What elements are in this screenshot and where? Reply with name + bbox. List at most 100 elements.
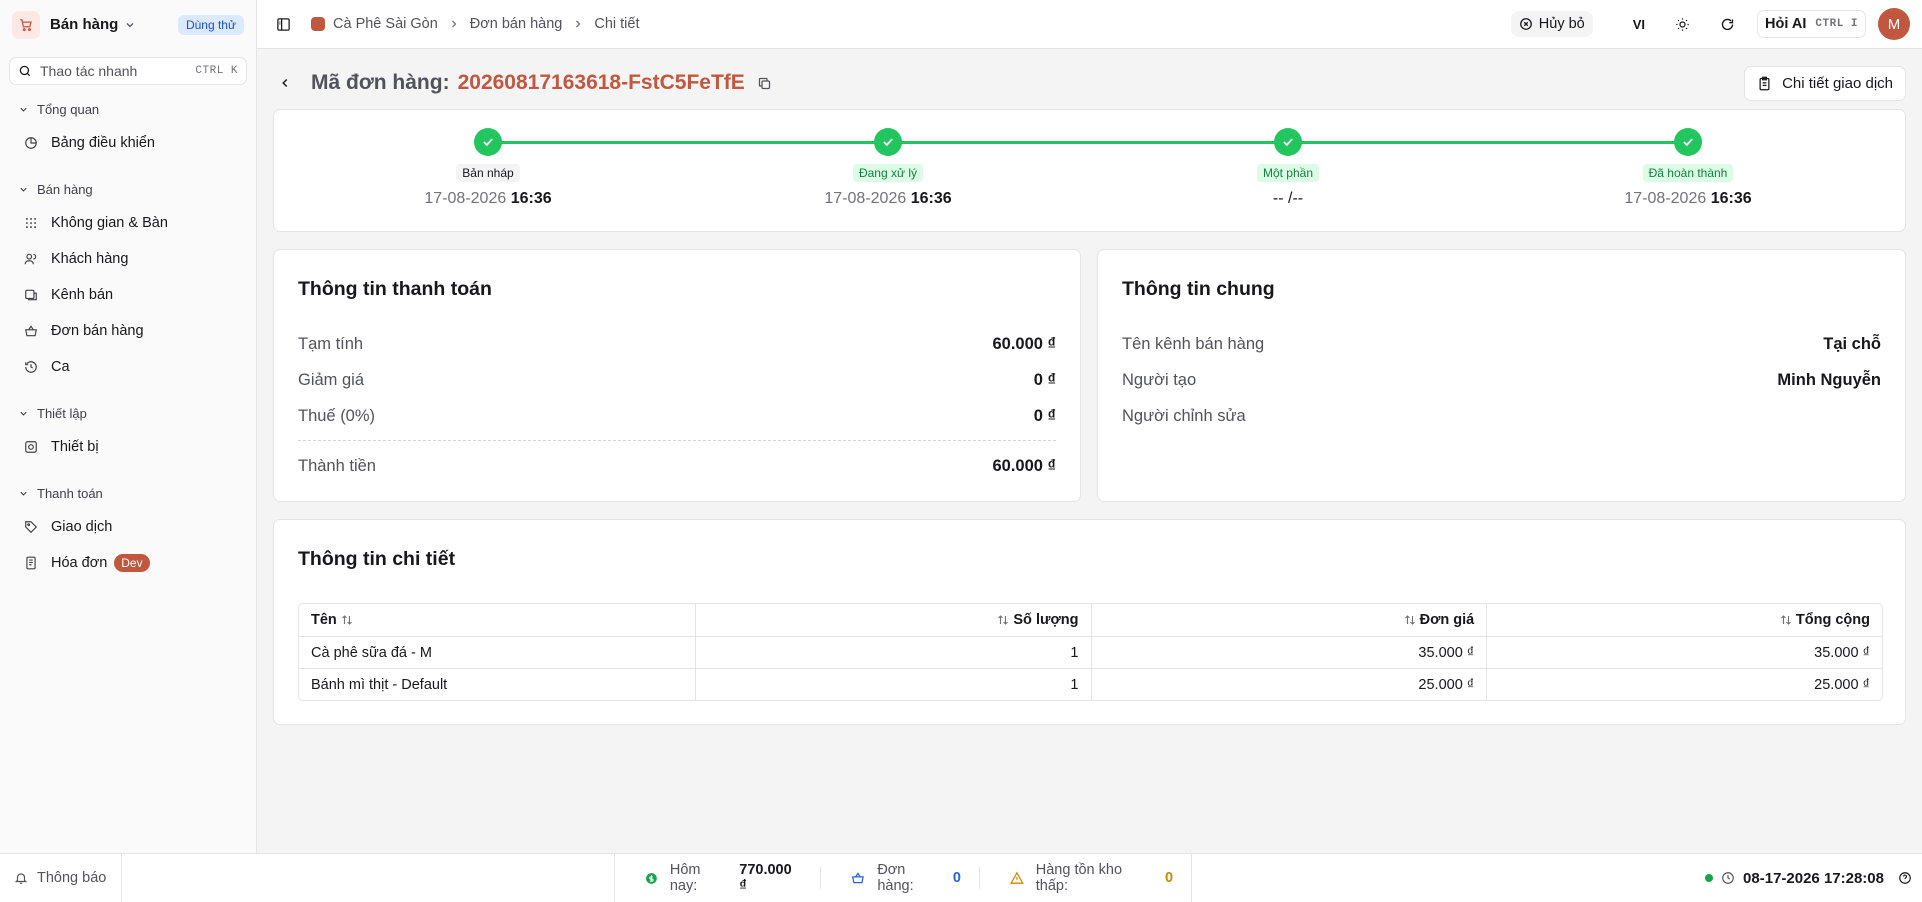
sidebar-item-transactions[interactable]: Giao dịch — [0, 509, 256, 545]
chevron-right-icon — [572, 18, 584, 30]
breadcrumb-sales-orders[interactable]: Đơn bán hàng — [470, 16, 563, 32]
step-label: Bản nháp — [456, 164, 520, 182]
cell-quantity: 1 — [694, 637, 1091, 668]
order-code-label: Mã đơn hàng: — [311, 71, 450, 94]
cell-unit-price: 25.000 ₫ — [1090, 669, 1487, 700]
online-indicator — [1705, 874, 1714, 882]
step-completed: Đã hoàn thành 17-08-2026 16:36 — [1588, 128, 1788, 208]
cancel-order-button[interactable]: Hủy bỏ — [1510, 11, 1593, 37]
cell-quantity: 1 — [694, 669, 1091, 700]
stepper-line — [488, 141, 1688, 144]
dashboard-icon — [24, 136, 38, 150]
quick-search-input[interactable]: Thao tác nhanh CTRL K — [9, 57, 247, 85]
dev-badge: Dev — [114, 554, 150, 572]
sidebar-item-spaces-tables[interactable]: Không gian & Bàn — [0, 205, 256, 241]
sort-icon — [341, 614, 353, 626]
sidebar-item-dashboard[interactable]: Bảng điều khiển — [0, 125, 256, 161]
search-icon — [18, 64, 32, 78]
payment-row-subtotal: Tạm tính 60.000 ₫ — [298, 334, 1056, 353]
check-icon — [474, 128, 502, 156]
transaction-details-button[interactable]: Chi tiết giao dịch — [1744, 65, 1906, 101]
basket-icon — [24, 324, 38, 338]
check-icon — [1274, 128, 1302, 156]
channel-icon — [24, 288, 38, 302]
stat-orders: Đơn hàng: 0 — [821, 862, 980, 894]
step-partial: Một phần -- /-- — [1188, 128, 1388, 208]
column-header-total[interactable]: Tổng cộng — [1486, 604, 1882, 636]
app-name: Bán hàng — [50, 16, 119, 33]
step-label: Một phần — [1256, 164, 1320, 182]
sun-icon[interactable] — [1675, 17, 1690, 32]
card-title: Thông tin thanh toán — [298, 278, 492, 300]
sidebar-group-payment: Thanh toán Giao dịch Hóa đơn Dev — [0, 483, 256, 581]
search-placeholder: Thao tác nhanh — [40, 63, 138, 79]
basket-icon — [852, 872, 865, 884]
sidebar-item-devices[interactable]: Thiết bị — [0, 429, 256, 465]
sidebar-group-sales: Bán hàng Không gian & Bàn Khách hàng Kên… — [0, 179, 256, 385]
topbar: Cà Phê Sài Gòn Đơn bán hàng Chi tiết Hủy… — [257, 0, 1922, 49]
table-row[interactable]: Bánh mì thịt - Default 1 25.000 ₫ 25.000… — [299, 668, 1882, 700]
clipboard-icon — [1759, 76, 1770, 90]
sidebar-item-invoices[interactable]: Hóa đơn Dev — [0, 545, 256, 581]
check-icon — [1674, 128, 1702, 156]
step-timestamp: 17-08-2026 16:36 — [1624, 190, 1752, 207]
step-label: Đã hoàn thành — [1642, 164, 1734, 182]
clock-icon — [1722, 872, 1734, 884]
check-icon — [874, 128, 902, 156]
breadcrumb-store[interactable]: Cà Phê Sài Gòn — [333, 16, 438, 32]
info-row-editor: Người chỉnh sửa — [1122, 406, 1246, 425]
card-title: Thông tin chung — [1122, 278, 1275, 300]
copy-icon[interactable] — [757, 76, 772, 91]
grid-icon — [24, 216, 38, 230]
ask-ai-button[interactable]: Hỏi AI CTRL I — [1757, 10, 1866, 38]
sidebar-item-sales-orders[interactable]: Đơn bán hàng — [0, 313, 256, 349]
sidebar-group-title[interactable]: Bán hàng — [0, 179, 256, 199]
column-header-quantity[interactable]: Số lượng — [694, 604, 1091, 636]
search-shortcut: CTRL K — [195, 65, 238, 77]
notifications-button[interactable]: Thông báo — [0, 854, 122, 902]
divider — [298, 440, 1056, 441]
step-label: Đang xử lý — [852, 164, 924, 182]
sidebar-item-customers[interactable]: Khách hàng — [0, 241, 256, 277]
trial-badge[interactable]: Dùng thử — [177, 14, 244, 35]
detail-info-card: Thông tin chi tiết Tên Số lượng Đơn giá … — [273, 519, 1906, 725]
order-code: 20260817163618-FstC5FeTfE — [457, 71, 745, 94]
sidebar-item-shifts[interactable]: Ca — [0, 349, 256, 385]
dollar-circle-icon — [646, 872, 657, 884]
column-header-name[interactable]: Tên — [299, 604, 695, 636]
payment-info-card: Thông tin thanh toán Tạm tính 60.000 ₫ G… — [273, 249, 1081, 502]
sidebar-item-channels[interactable]: Kênh bán — [0, 277, 256, 313]
store-icon — [311, 17, 325, 31]
language-button[interactable]: VI — [1633, 17, 1645, 32]
stat-today: Hôm nay: 770.000 ₫ — [615, 862, 822, 894]
x-circle-icon — [1519, 18, 1532, 30]
sidebar-toggle-icon[interactable] — [276, 17, 291, 32]
refresh-icon[interactable] — [1720, 17, 1735, 32]
step-draft: Bản nháp 17-08-2026 16:36 — [388, 128, 588, 208]
chevron-down-icon — [20, 411, 27, 416]
cell-unit-price: 35.000 ₫ — [1090, 637, 1487, 668]
sidebar-group-title[interactable]: Tổng quan — [0, 99, 256, 119]
clock: 08-17-2026 17:28:08 — [1705, 854, 1912, 902]
column-header-unit-price[interactable]: Đơn giá — [1090, 604, 1487, 636]
info-row-creator: Người tạo Minh Nguyễn — [1122, 370, 1881, 389]
sidebar-group-title[interactable]: Thiết lập — [0, 403, 256, 423]
step-timestamp: 17-08-2026 16:36 — [424, 190, 552, 207]
breadcrumb: Cà Phê Sài Gòn Đơn bán hàng Chi tiết — [311, 16, 640, 32]
back-arrow-icon[interactable] — [273, 76, 297, 90]
tag-icon — [24, 520, 38, 534]
help-icon[interactable] — [1898, 871, 1912, 885]
history-icon — [24, 360, 38, 374]
page-header: Mã đơn hàng: 20260817163618-FstC5FeTfE C… — [273, 65, 1906, 101]
chevron-down-icon — [20, 187, 27, 192]
chevron-down-icon — [20, 107, 27, 112]
general-info-card: Thông tin chung Tên kênh bán hàng Tại ch… — [1097, 249, 1906, 502]
app-switcher[interactable]: Bán hàng Dùng thử — [0, 0, 256, 49]
avatar[interactable]: M — [1878, 8, 1910, 40]
chevron-down-icon — [124, 19, 136, 31]
cell-name: Bánh mì thịt - Default — [311, 676, 448, 693]
table-row[interactable]: Cà phê sữa đá - M 1 35.000 ₫ 35.000 ₫ — [299, 636, 1882, 668]
cell-total: 25.000 ₫ — [1486, 669, 1882, 700]
stats-summary: Hôm nay: 770.000 ₫ Đơn hàng: 0 Hàng tồn … — [614, 854, 1192, 902]
sidebar-group-title[interactable]: Thanh toán — [0, 483, 256, 503]
